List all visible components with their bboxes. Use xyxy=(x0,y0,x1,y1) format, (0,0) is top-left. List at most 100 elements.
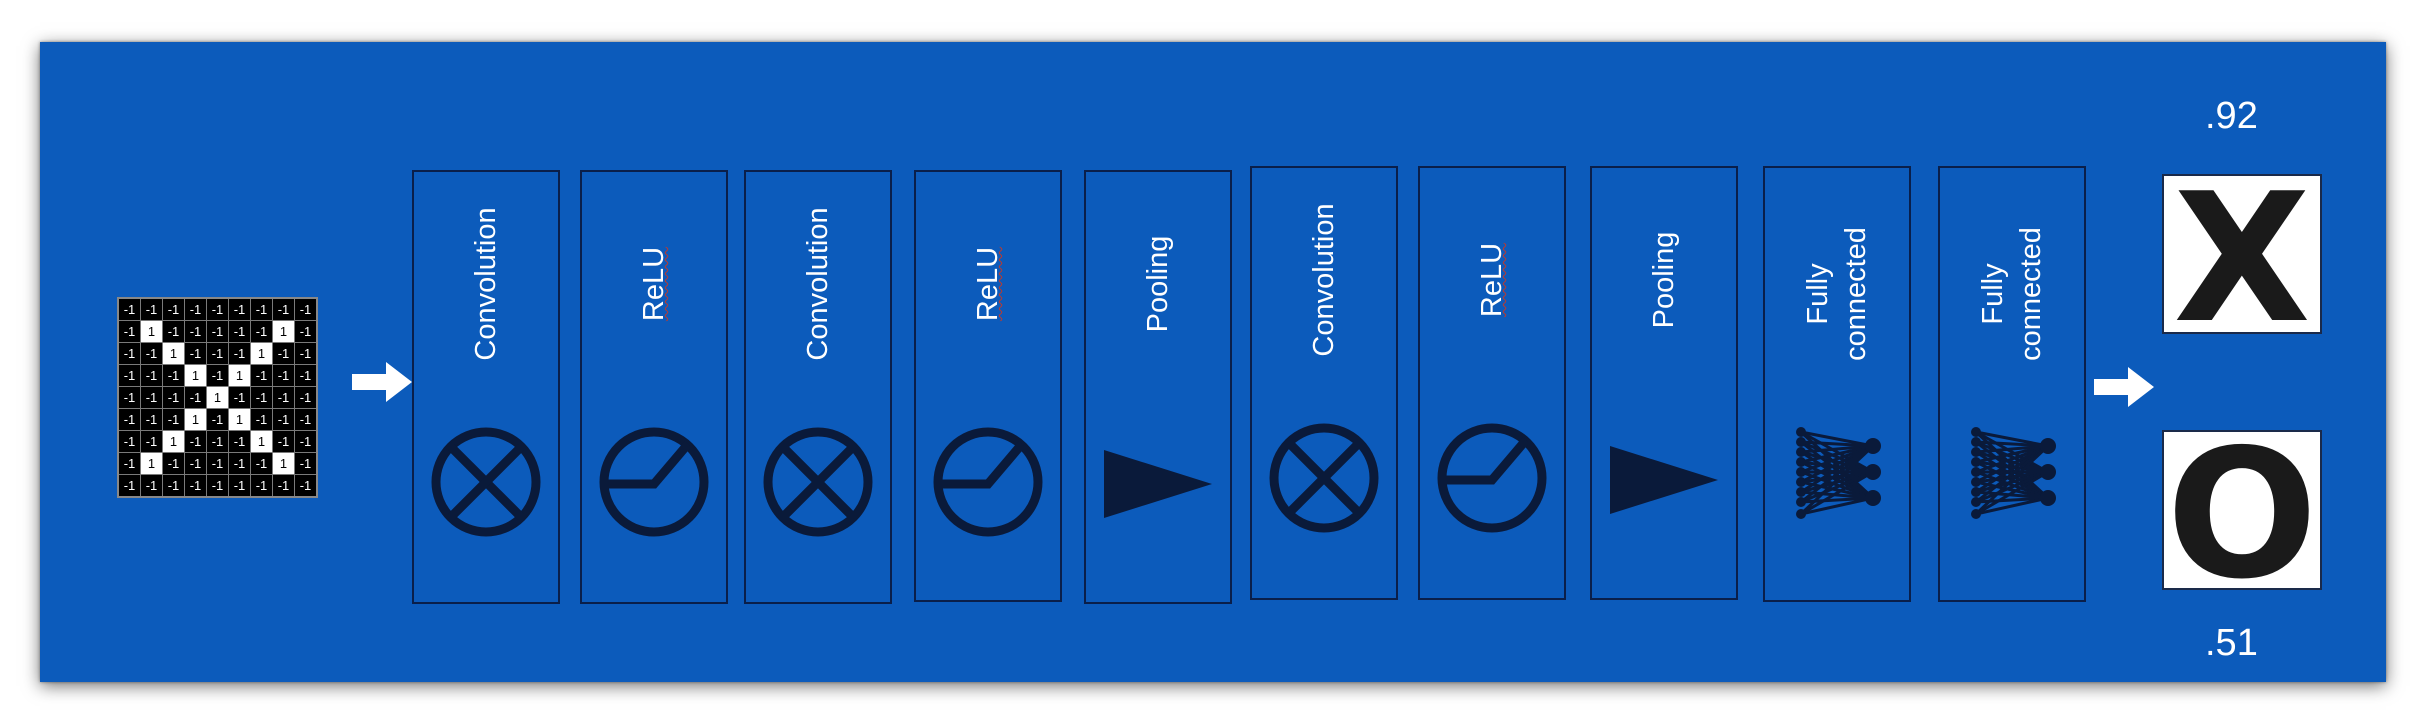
grid-cell: -1 xyxy=(272,430,295,453)
grid-cell: 1 xyxy=(162,342,185,365)
layer-label-text: ReLU xyxy=(1476,242,1508,318)
grid-cell: -1 xyxy=(184,386,207,409)
grid-cell: 1 xyxy=(228,364,251,387)
grid-row: -1 -1 -1 -1 -1 -1 -1 -1 -1 xyxy=(117,474,318,498)
relu-icon xyxy=(1437,423,1547,533)
layer-label: ReLU xyxy=(635,247,673,321)
grid-cell: -1 xyxy=(228,297,251,321)
grid-cell: -1 xyxy=(250,297,273,321)
grid-cell: -1 xyxy=(140,342,163,365)
grid-row: -1 1 -1 -1 -1 -1 -1 1 -1 xyxy=(117,320,318,343)
layer-box-10: Fully connected xyxy=(1938,166,2086,602)
grid-cell: -1 xyxy=(162,320,185,343)
grid-cell: 1 xyxy=(206,386,229,409)
grid-cell: -1 xyxy=(184,297,207,321)
convolution-icon xyxy=(431,427,541,537)
grid-cell: -1 xyxy=(250,474,273,498)
grid-cell: -1 xyxy=(206,342,229,365)
relu-icon xyxy=(933,427,1043,537)
o-score: .51 xyxy=(2205,622,2258,664)
grid-cell: 1 xyxy=(184,408,207,431)
layer-box-7: ReLU xyxy=(1418,166,1566,600)
grid-cell: -1 xyxy=(206,320,229,343)
grid-row: -1 -1 -1 -1 1 -1 -1 -1 -1 xyxy=(117,386,318,409)
grid-row: -1 -1 -1 1 -1 1 -1 -1 -1 xyxy=(117,408,318,431)
grid-cell: -1 xyxy=(184,452,207,475)
layer-box-6: Convolution xyxy=(1250,166,1398,600)
grid-cell: -1 xyxy=(117,430,141,453)
grid-cell: -1 xyxy=(140,408,163,431)
grid-cell: -1 xyxy=(140,386,163,409)
layer-box-1: Convolution xyxy=(412,170,560,604)
o-letter-icon: O xyxy=(2166,432,2317,588)
grid-cell: -1 xyxy=(162,474,185,498)
grid-row: -1 -1 1 -1 -1 -1 1 -1 -1 xyxy=(117,430,318,453)
grid-cell: -1 xyxy=(228,386,251,409)
convolution-icon xyxy=(763,427,873,537)
layer-box-8: Pooling xyxy=(1590,166,1738,600)
grid-cell: -1 xyxy=(272,386,295,409)
grid-cell: -1 xyxy=(206,452,229,475)
grid-cell: -1 xyxy=(206,430,229,453)
layer-label: ReLU xyxy=(1473,243,1511,317)
grid-cell: -1 xyxy=(294,364,318,387)
layer-box-2: ReLU xyxy=(580,170,728,604)
grid-cell: -1 xyxy=(117,320,141,343)
layer-box-9: Fully connected xyxy=(1763,166,1911,602)
pooling-icon xyxy=(1104,450,1212,518)
grid-cell: 1 xyxy=(272,320,295,343)
layer-label: Convolution xyxy=(470,207,502,361)
grid-cell: -1 xyxy=(162,408,185,431)
grid-cell: -1 xyxy=(272,342,295,365)
grid-cell: -1 xyxy=(140,364,163,387)
layer-box-4: ReLU xyxy=(914,170,1062,602)
grid-cell: -1 xyxy=(294,408,318,431)
grid-cell: -1 xyxy=(117,386,141,409)
grid-cell: -1 xyxy=(294,342,318,365)
grid-row: -1 -1 -1 -1 -1 -1 -1 -1 -1 xyxy=(117,297,318,321)
grid-cell: 1 xyxy=(228,408,251,431)
grid-cell: -1 xyxy=(184,430,207,453)
grid-row: -1 -1 1 -1 -1 -1 1 -1 -1 xyxy=(117,342,318,365)
grid-cell: -1 xyxy=(162,386,185,409)
grid-cell: -1 xyxy=(250,320,273,343)
grid-cell: -1 xyxy=(184,474,207,498)
input-pixel-grid: -1 -1 -1 -1 -1 -1 -1 -1 -1 -1 1 -1 -1 -1 -1 -1 1 -1 -1 -1 1-… xyxy=(117,297,318,498)
grid-cell: -1 xyxy=(272,297,295,321)
grid-cell: 1 xyxy=(184,364,207,387)
grid-cell: -1 xyxy=(294,452,318,475)
grid-cell: -1 xyxy=(117,474,141,498)
grid-cell: -1 xyxy=(250,364,273,387)
grid-cell: 1 xyxy=(272,452,295,475)
grid-cell: -1 xyxy=(162,297,185,321)
grid-cell: -1 xyxy=(294,386,318,409)
grid-cell: -1 xyxy=(117,342,141,365)
grid-cell: 1 xyxy=(140,452,163,475)
grid-cell: -1 xyxy=(184,342,207,365)
grid-cell: -1 xyxy=(184,320,207,343)
grid-cell: -1 xyxy=(140,474,163,498)
grid-cell: 1 xyxy=(250,342,273,365)
grid-cell: -1 xyxy=(272,364,295,387)
grid-cell: -1 xyxy=(117,408,141,431)
grid-cell: -1 xyxy=(294,297,318,321)
grid-cell: -1 xyxy=(228,342,251,365)
x-score: .92 xyxy=(2205,95,2258,137)
convolution-icon xyxy=(1269,423,1379,533)
layer-label: Fully connected xyxy=(1977,227,2047,361)
grid-cell: -1 xyxy=(272,408,295,431)
o-letter: O xyxy=(2166,432,2317,588)
grid-cell: -1 xyxy=(206,364,229,387)
grid-cell: 1 xyxy=(162,430,185,453)
grid-cell: -1 xyxy=(294,430,318,453)
grid-cell: -1 xyxy=(250,408,273,431)
grid-cell: -1 xyxy=(206,474,229,498)
grid-cell: -1 xyxy=(228,430,251,453)
output-x-box: X xyxy=(2162,174,2322,334)
grid-cell: -1 xyxy=(250,386,273,409)
grid-cell: -1 xyxy=(162,364,185,387)
x-letter-icon: X xyxy=(2173,176,2310,332)
grid-cell: -1 xyxy=(117,452,141,475)
layer-box-5: Pooling xyxy=(1084,170,1232,604)
grid-cell: -1 xyxy=(162,452,185,475)
